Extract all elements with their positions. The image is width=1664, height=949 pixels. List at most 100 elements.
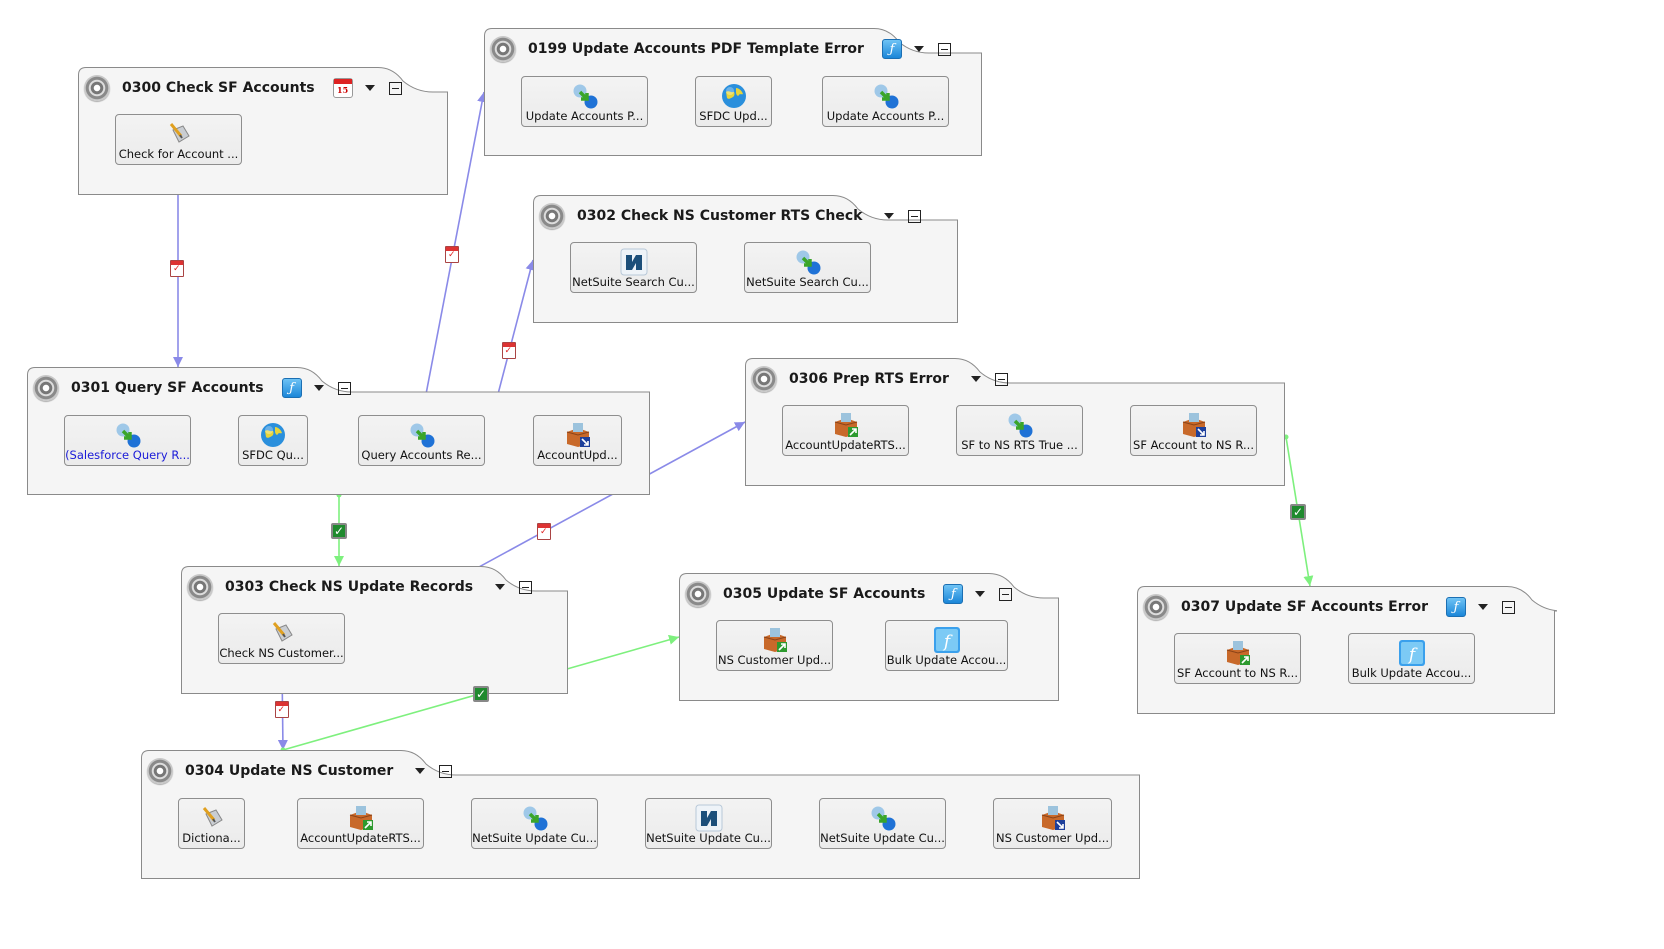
success-condition-icon[interactable]: ✓ xyxy=(331,522,347,539)
operation-gear-icon[interactable] xyxy=(1143,594,1169,620)
failure-condition-icon[interactable] xyxy=(501,342,516,359)
activity-node[interactable]: NetSuite Update Cu... xyxy=(645,798,772,849)
activity-label: SF Account to NS R... xyxy=(1133,438,1254,452)
transformation-icon xyxy=(1006,411,1034,439)
collapse-icon[interactable] xyxy=(908,209,922,223)
operation-gear-icon[interactable] xyxy=(187,574,213,600)
success-condition-icon[interactable]: ✓ xyxy=(473,685,489,702)
chevron-down-icon[interactable] xyxy=(415,768,426,774)
calendar-icon[interactable]: 15 xyxy=(332,78,353,98)
activity-label: NetSuite Update Cu... xyxy=(820,831,945,845)
source-box-icon xyxy=(832,411,860,439)
activity-node[interactable]: Dictiona... xyxy=(178,798,245,849)
activity-label: Update Accounts P... xyxy=(525,109,644,123)
target-box-icon xyxy=(1180,411,1208,439)
failure-condition-icon[interactable] xyxy=(274,700,289,718)
activity-node[interactable]: f Bulk Update Accou... xyxy=(885,620,1008,671)
operation-title[interactable]: 0199 Update Accounts PDF Template Error xyxy=(528,41,864,57)
operation-title[interactable]: 0306 Prep RTS Error xyxy=(789,371,949,387)
operation-gear-icon[interactable] xyxy=(490,36,516,62)
activity-node[interactable]: Update Accounts P... xyxy=(822,76,949,127)
collapse-icon[interactable] xyxy=(937,42,951,56)
collapse-icon[interactable] xyxy=(994,372,1008,386)
activity-label: Dictiona... xyxy=(182,831,241,845)
operation-header: 0304 Update NS Customer xyxy=(147,758,453,784)
activity-node[interactable]: Query Accounts Re... xyxy=(358,415,485,466)
chevron-down-icon[interactable] xyxy=(495,584,506,590)
collapse-icon[interactable] xyxy=(439,764,453,778)
activity-node[interactable]: SF Account to NS R... xyxy=(1174,633,1301,684)
activity-node[interactable]: NetSuite Search Cu... xyxy=(570,242,697,293)
collapse-icon[interactable] xyxy=(519,580,533,594)
success-condition-icon[interactable]: ✓ xyxy=(1290,503,1306,520)
activity-label: NS Customer Upd... xyxy=(995,831,1110,845)
activity-label: SFDC Qu... xyxy=(242,448,304,462)
activity-node[interactable]: NS Customer Upd... xyxy=(716,620,833,671)
failure-condition-icon[interactable] xyxy=(537,523,551,540)
collapse-icon[interactable] xyxy=(337,381,351,395)
activity-node[interactable]: Update Accounts P... xyxy=(521,76,648,127)
activity-node[interactable]: NetSuite Search Cu... xyxy=(744,242,871,293)
chevron-down-icon[interactable] xyxy=(884,213,895,219)
operation-gear-icon[interactable] xyxy=(751,366,777,392)
operation-0304[interactable]: 0304 Update NS Customer xyxy=(141,750,1140,879)
operation-gear-icon[interactable] xyxy=(147,758,173,784)
activity-node[interactable]: SF Account to NS R... xyxy=(1130,405,1257,456)
source-box-icon xyxy=(761,626,789,654)
activity-node[interactable]: SFDC Upd... xyxy=(695,76,772,127)
chevron-down-icon[interactable] xyxy=(1478,604,1489,610)
transformation-icon xyxy=(794,248,822,276)
failure-condition-icon[interactable] xyxy=(170,259,184,277)
operation-title[interactable]: 0302 Check NS Customer RTS Check xyxy=(577,208,862,224)
salesforce-icon[interactable]: ƒ xyxy=(281,378,302,398)
script-icon xyxy=(198,804,226,832)
chevron-down-icon[interactable] xyxy=(364,85,375,91)
script-icon xyxy=(268,619,296,647)
activity-label: SFDC Upd... xyxy=(699,109,768,123)
activity-node[interactable]: AccountUpdateRTS... xyxy=(782,405,909,456)
collapse-icon[interactable] xyxy=(388,81,402,95)
source-box-icon xyxy=(1224,639,1252,667)
activity-label: Query Accounts Re... xyxy=(361,448,482,462)
chevron-down-icon[interactable] xyxy=(970,376,981,382)
operation-title[interactable]: 0301 Query SF Accounts xyxy=(71,380,264,396)
activity-node[interactable]: AccountUpdateRTS... xyxy=(297,798,424,849)
operation-gear-icon[interactable] xyxy=(33,375,59,401)
activity-label: AccountUpd... xyxy=(537,448,618,462)
operation-title[interactable]: 0304 Update NS Customer xyxy=(185,763,393,779)
activity-node[interactable]: AccountUpd... xyxy=(533,415,622,466)
operation-title[interactable]: 0307 Update SF Accounts Error xyxy=(1181,599,1428,615)
activity-node[interactable]: Check for Account ... xyxy=(115,114,242,165)
operation-gear-icon[interactable] xyxy=(685,581,711,607)
chevron-down-icon[interactable] xyxy=(975,591,986,597)
operation-title[interactable]: 0303 Check NS Update Records xyxy=(225,579,473,595)
activity-label: NetSuite Update Cu... xyxy=(472,831,597,845)
chevron-down-icon[interactable] xyxy=(313,385,324,391)
activity-label: SF to NS RTS True ... xyxy=(961,438,1078,452)
collapse-icon[interactable] xyxy=(999,587,1013,601)
activity-node[interactable]: NetSuite Update Cu... xyxy=(471,798,598,849)
operation-title[interactable]: 0300 Check SF Accounts xyxy=(122,80,315,96)
activity-node[interactable]: NS Customer Upd... xyxy=(993,798,1112,849)
salesforce-icon: f xyxy=(1398,639,1426,667)
activity-node[interactable]: SFDC Qu... xyxy=(238,415,308,466)
operation-header: 0302 Check NS Customer RTS Check xyxy=(539,203,922,229)
chevron-down-icon[interactable] xyxy=(913,46,924,52)
operation-header: 0305 Update SF Accounts ƒ xyxy=(685,581,1013,607)
collapse-icon[interactable] xyxy=(1502,600,1516,614)
operation-title[interactable]: 0305 Update SF Accounts xyxy=(723,586,925,602)
netsuite-icon xyxy=(695,804,723,832)
operation-gear-icon[interactable] xyxy=(539,203,565,229)
operation-gear-icon[interactable] xyxy=(84,75,110,101)
failure-condition-icon[interactable] xyxy=(445,245,459,263)
operation-header: 0306 Prep RTS Error xyxy=(751,366,1008,392)
activity-node[interactable]: Check NS Customer... xyxy=(218,613,345,664)
activity-node[interactable]: (Salesforce Query R... xyxy=(64,415,191,466)
activity-node[interactable]: SF to NS RTS True ... xyxy=(956,405,1083,456)
target-box-icon xyxy=(564,421,592,449)
salesforce-icon[interactable]: ƒ xyxy=(943,584,964,604)
salesforce-icon[interactable]: ƒ xyxy=(1446,597,1467,617)
activity-node[interactable]: NetSuite Update Cu... xyxy=(819,798,946,849)
salesforce-icon[interactable]: ƒ xyxy=(881,39,902,59)
activity-node[interactable]: f Bulk Update Accou... xyxy=(1348,633,1475,684)
